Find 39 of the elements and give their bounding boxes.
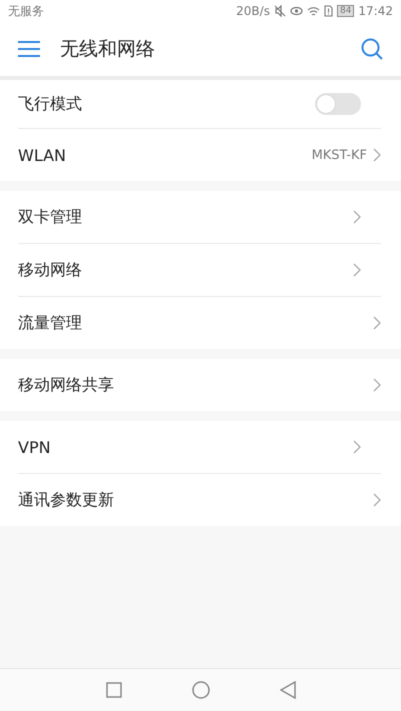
row-value: MKST-KF [312,148,367,162]
settings-row[interactable]: 飞行模式 [18,80,381,129]
home-icon[interactable] [192,681,210,699]
menu-icon[interactable] [18,41,40,57]
page-title: 无线和网络 [60,37,156,62]
row-label: 流量管理 [18,312,83,334]
row-label: VPN [18,438,52,456]
row-label: 飞行模式 [18,94,83,114]
settings-row[interactable]: WLAN MKST-KF [18,129,401,181]
search-icon[interactable] [361,38,383,60]
back-icon[interactable] [280,681,296,699]
settings-row[interactable]: VPN [18,421,381,474]
chevron-icon [373,493,381,507]
settings-row[interactable]: 移动网络共享 [18,359,401,411]
wifi-icon [306,6,320,16]
chevron-icon [373,148,381,162]
chevron-icon [353,210,361,224]
settings-row[interactable]: 通讯参数更新 [18,474,401,526]
recent-apps-icon[interactable] [106,682,122,698]
battery-level: 84 [336,5,354,17]
settings-row[interactable]: 移动网络 [18,244,381,297]
mute-icon [274,5,286,17]
carrier-text: 无服务 [8,2,44,20]
row-label: 通讯参数更新 [18,490,115,510]
eye-icon [290,6,303,16]
row-label: WLAN [18,146,68,164]
chevron-icon [353,440,361,454]
network-speed: 20B/s [236,4,270,18]
row-label: 移动网络 [18,260,83,280]
settings-row[interactable]: 双卡管理 [18,191,381,244]
sim-icon [324,5,333,17]
chevron-icon [373,378,381,392]
chevron-icon [353,263,361,277]
chevron-icon [373,316,381,330]
clock-time: 17:42 [358,4,393,18]
row-label: 移动网络共享 [18,374,115,396]
row-label: 双卡管理 [18,206,83,228]
toggle-switch[interactable] [315,93,361,115]
settings-row[interactable]: 流量管理 [18,297,401,349]
